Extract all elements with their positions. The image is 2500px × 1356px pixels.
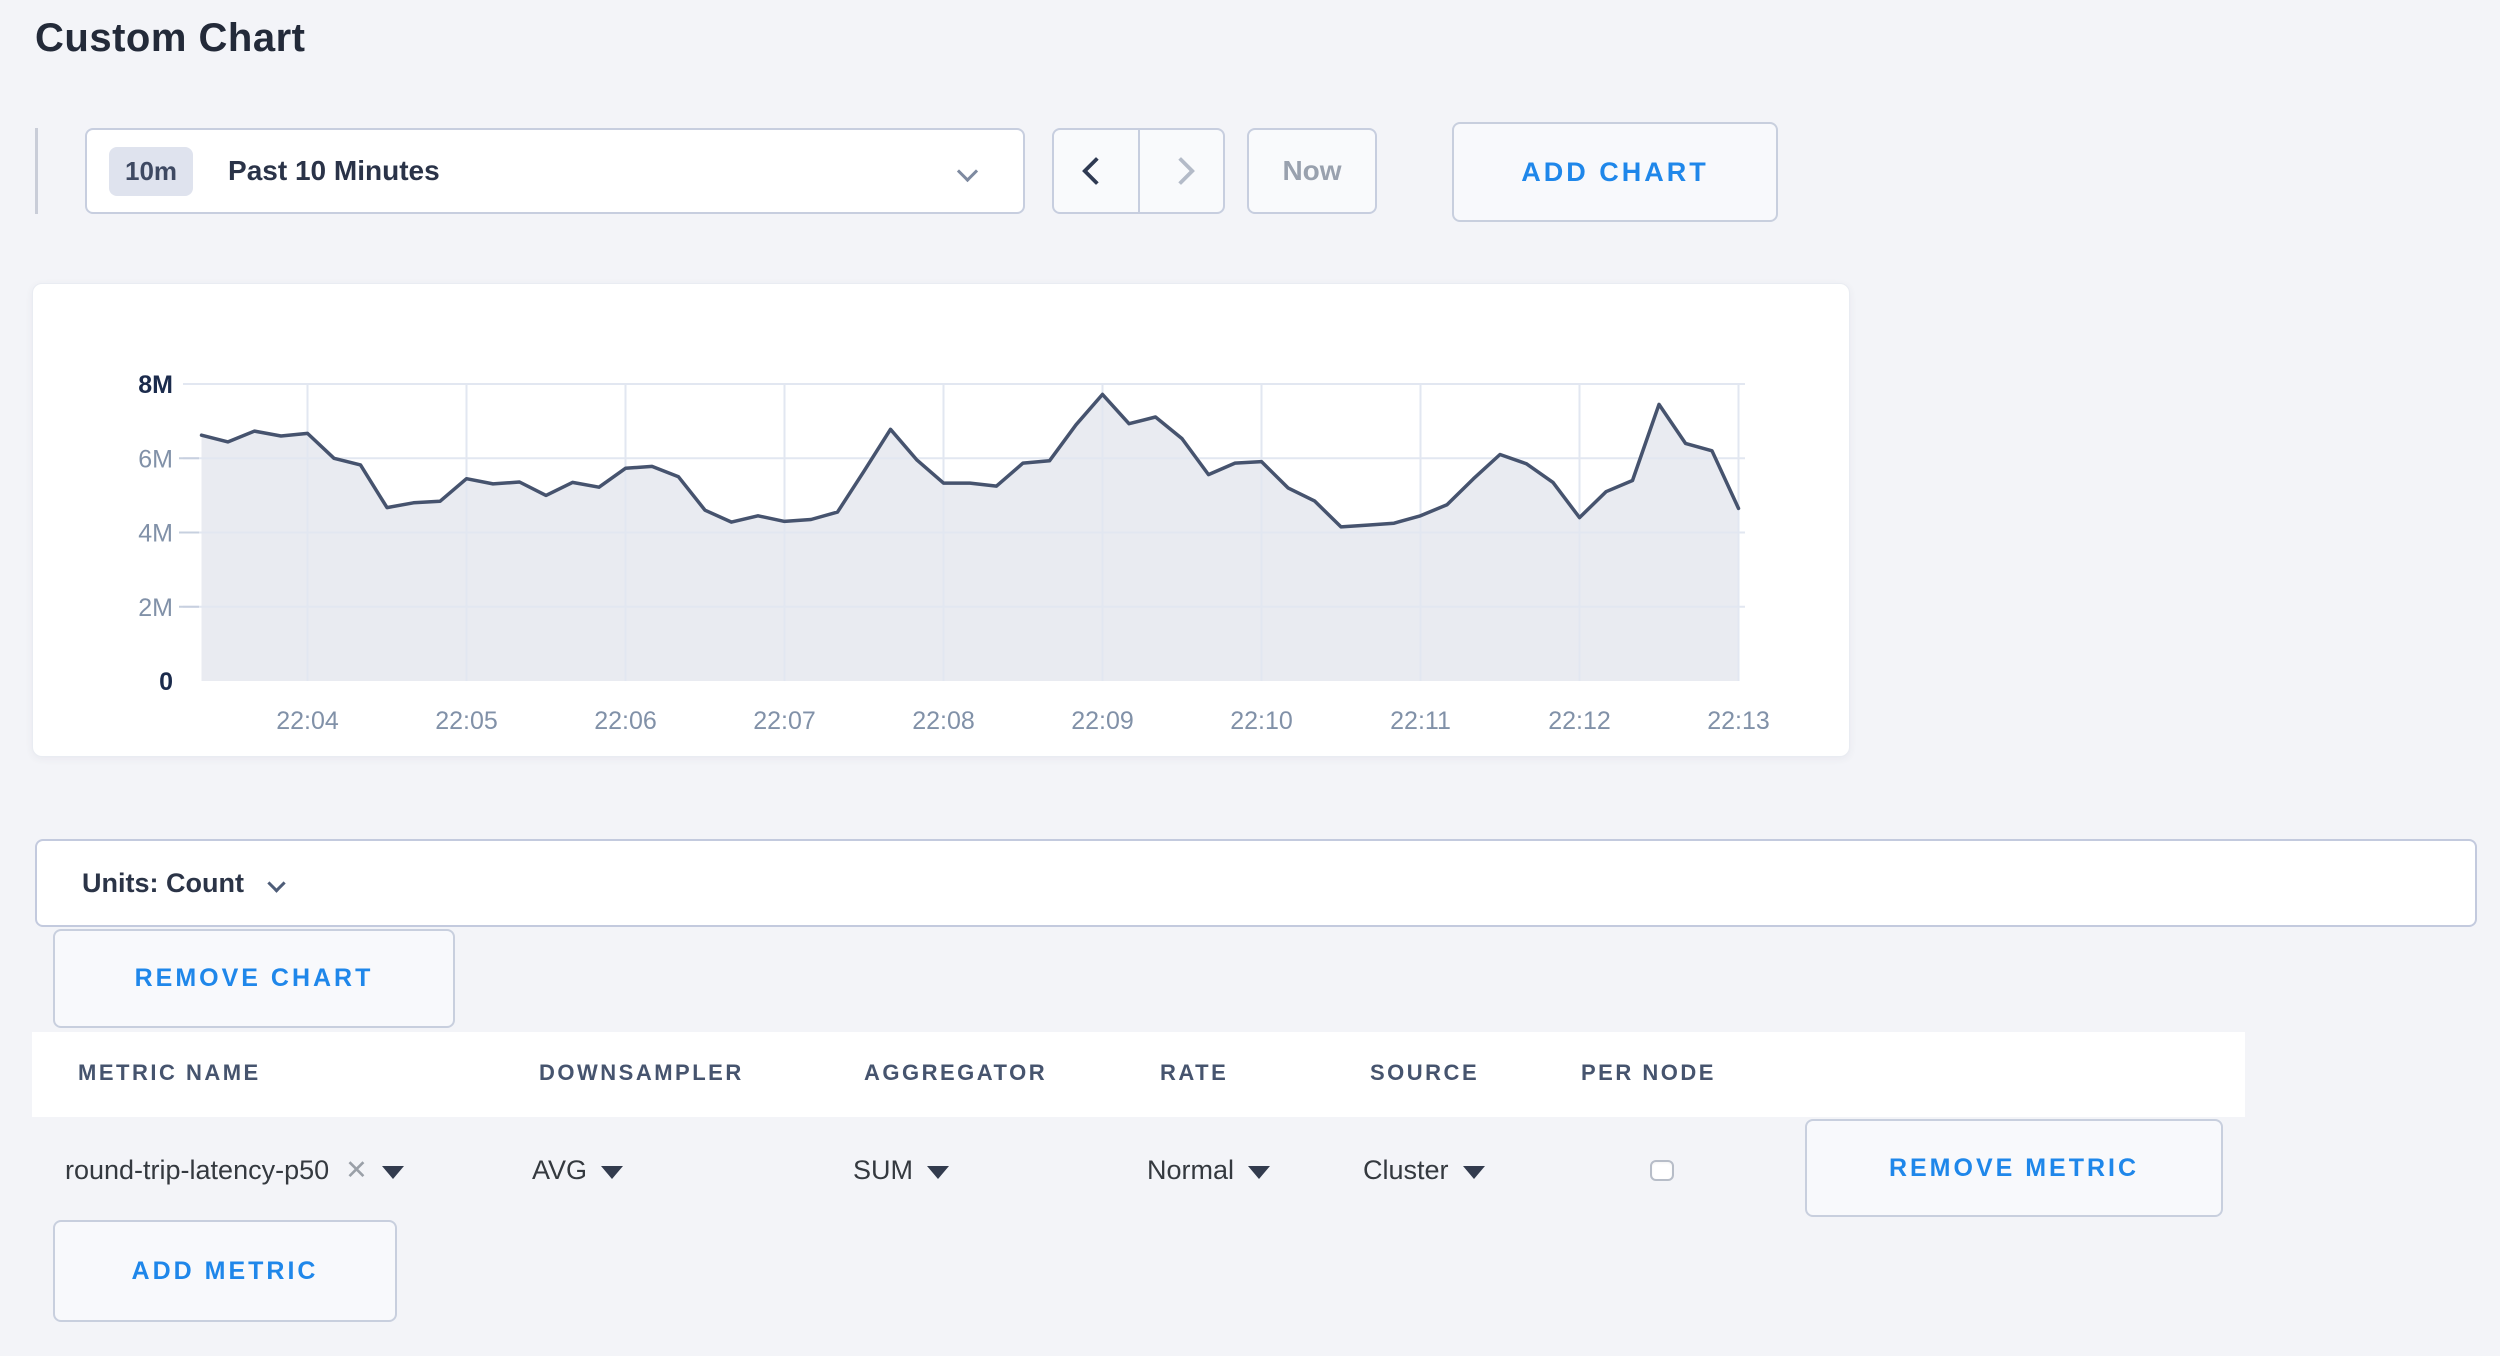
remove-chart-button[interactable]: REMOVE CHART xyxy=(53,929,455,1028)
chevron-down-icon xyxy=(267,874,285,892)
caret-down-icon xyxy=(601,1166,623,1179)
svg-text:22:05: 22:05 xyxy=(435,707,498,735)
remove-metric-button[interactable]: REMOVE METRIC xyxy=(1805,1119,2223,1217)
time-next-button[interactable] xyxy=(1140,130,1224,212)
metric-name-value: round-trip-latency-p50 xyxy=(65,1155,329,1186)
column-header-downsampler: DOWNSAMPLER xyxy=(539,1060,744,1086)
page-title: Custom Chart xyxy=(35,16,305,61)
units-label: Units: Count xyxy=(82,868,244,899)
svg-text:22:11: 22:11 xyxy=(1390,707,1451,735)
chevron-down-icon xyxy=(957,160,978,181)
column-header-aggregator: AGGREGATOR xyxy=(864,1060,1047,1086)
svg-text:22:04: 22:04 xyxy=(276,707,339,735)
rate-select[interactable]: Normal xyxy=(1147,1150,1270,1190)
svg-text:22:07: 22:07 xyxy=(753,707,816,735)
time-range-dropdown[interactable]: 10m Past 10 Minutes xyxy=(85,128,1025,214)
svg-text:6M: 6M xyxy=(138,445,173,473)
rate-value: Normal xyxy=(1147,1155,1234,1186)
per-node-checkbox[interactable] xyxy=(1650,1160,1674,1181)
svg-text:8M: 8M xyxy=(138,371,173,399)
chart-card: 0 2M 4M 6M 8M 22:04 22:05 22:06 22:07 22:08 22:09 2… xyxy=(32,283,1850,757)
svg-text:0: 0 xyxy=(159,668,173,696)
downsampler-select[interactable]: AVG xyxy=(532,1150,623,1190)
column-header-metric-name: METRIC NAME xyxy=(78,1060,261,1086)
units-dropdown[interactable]: Units: Count xyxy=(35,839,2477,927)
svg-text:4M: 4M xyxy=(138,520,173,548)
add-chart-button[interactable]: ADD CHART xyxy=(1452,122,1778,222)
svg-text:2M: 2M xyxy=(138,594,173,622)
toolbar-accent-divider xyxy=(35,128,38,214)
caret-down-icon xyxy=(1248,1166,1270,1179)
add-metric-button[interactable]: ADD METRIC xyxy=(53,1220,397,1322)
caret-down-icon xyxy=(927,1166,949,1179)
custom-chart-page: Custom Chart 10m Past 10 Minutes Now ADD… xyxy=(0,0,2500,1356)
chevron-right-icon xyxy=(1167,157,1195,185)
clear-metric-icon[interactable]: ✕ xyxy=(345,1155,368,1186)
svg-text:22:06: 22:06 xyxy=(594,707,657,735)
svg-text:22:09: 22:09 xyxy=(1071,707,1134,735)
time-range-label: Past 10 Minutes xyxy=(228,155,440,187)
aggregator-value: SUM xyxy=(853,1155,913,1186)
metrics-table-header: METRIC NAME DOWNSAMPLER AGGREGATOR RATE … xyxy=(32,1032,2245,1117)
caret-down-icon xyxy=(1463,1166,1485,1179)
time-range-badge: 10m xyxy=(109,147,193,196)
column-header-rate: RATE xyxy=(1160,1060,1228,1086)
svg-text:22:12: 22:12 xyxy=(1548,707,1611,735)
aggregator-select[interactable]: SUM xyxy=(853,1150,949,1190)
column-header-source: SOURCE xyxy=(1370,1060,1479,1086)
svg-text:22:10: 22:10 xyxy=(1230,707,1293,735)
caret-down-icon xyxy=(382,1166,404,1179)
column-header-per-node: PER NODE xyxy=(1581,1060,1716,1086)
source-select[interactable]: Cluster xyxy=(1363,1150,1485,1190)
source-value: Cluster xyxy=(1363,1155,1449,1186)
metric-name-select[interactable]: round-trip-latency-p50 ✕ xyxy=(65,1150,404,1190)
downsampler-value: AVG xyxy=(532,1155,587,1186)
now-button[interactable]: Now xyxy=(1247,128,1377,214)
time-prev-button[interactable] xyxy=(1054,130,1140,212)
metric-area-chart[interactable]: 0 2M 4M 6M 8M 22:04 22:05 22:06 22:07 22:08 22:09 2… xyxy=(33,284,1851,758)
svg-text:22:08: 22:08 xyxy=(912,707,975,735)
chevron-left-icon xyxy=(1082,157,1110,185)
time-nav-group xyxy=(1052,128,1225,214)
svg-text:22:13: 22:13 xyxy=(1707,707,1770,735)
